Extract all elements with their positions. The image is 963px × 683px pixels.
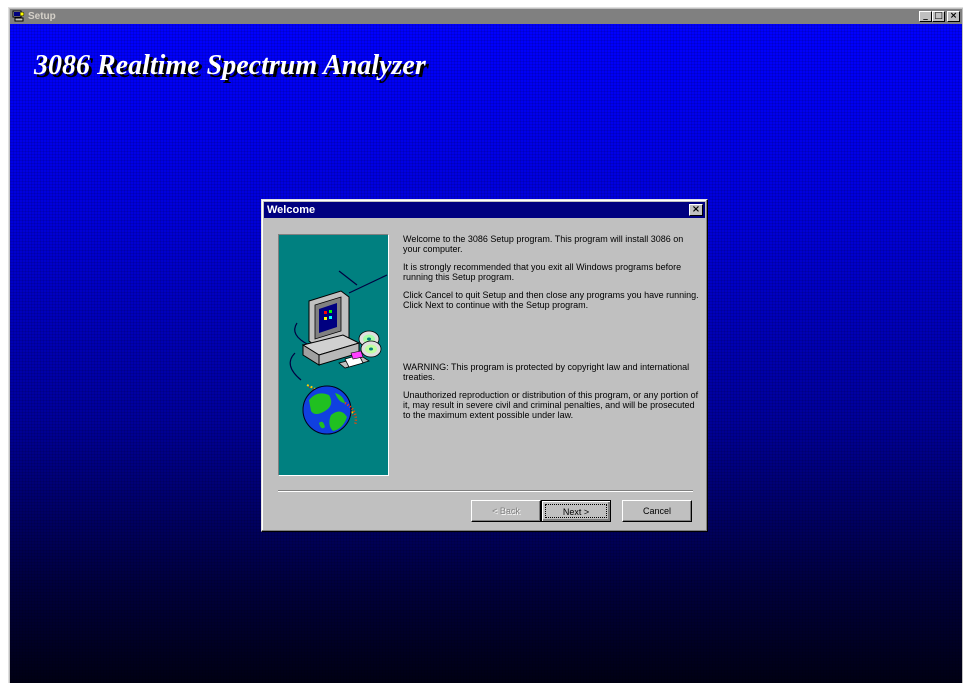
welcome-dialog: Welcome × Welcome to the 3086 Setup prog… xyxy=(261,199,708,532)
button-separator xyxy=(278,490,693,492)
setup-illustration xyxy=(278,234,389,476)
instructions-paragraph: Click Cancel to quit Setup and then clos… xyxy=(403,290,699,310)
dialog-message: Welcome to the 3086 Setup program. This … xyxy=(403,234,703,428)
dialog-title: Welcome xyxy=(267,204,316,216)
dialog-titlebar[interactable]: Welcome × xyxy=(264,202,705,218)
legal-paragraph: Unauthorized reproduction or distributio… xyxy=(403,390,699,420)
minimize-button[interactable]: _ xyxy=(919,11,932,22)
next-button[interactable]: Next > xyxy=(541,500,611,522)
window-close-button[interactable]: × xyxy=(947,11,960,22)
maximize-button[interactable]: □ xyxy=(932,11,945,22)
welcome-paragraph: Welcome to the 3086 Setup program. This … xyxy=(403,234,684,254)
cancel-button-label: Cancel xyxy=(642,506,671,516)
setup-app-icon xyxy=(12,10,25,22)
globe-icon xyxy=(302,385,352,435)
warning-paragraph: WARNING: This program is protected by co… xyxy=(403,362,690,382)
back-button-label: < Back xyxy=(492,506,520,516)
window-title: Setup xyxy=(28,11,56,22)
back-button[interactable]: < Back xyxy=(471,500,541,522)
cancel-button[interactable]: Cancel xyxy=(622,500,692,522)
illustration-graphic xyxy=(289,270,388,435)
next-button-focus: Next > xyxy=(545,504,607,518)
next-button-label: Next > xyxy=(562,507,590,517)
product-title: 3086 Realtime Spectrum Analyzer xyxy=(34,50,426,81)
window-titlebar[interactable]: Setup _ □ × xyxy=(10,9,962,24)
recommendation-paragraph: It is strongly recommended that you exit… xyxy=(403,262,682,282)
cd-disc-icon xyxy=(358,330,382,358)
dialog-close-button[interactable]: × xyxy=(689,204,703,216)
